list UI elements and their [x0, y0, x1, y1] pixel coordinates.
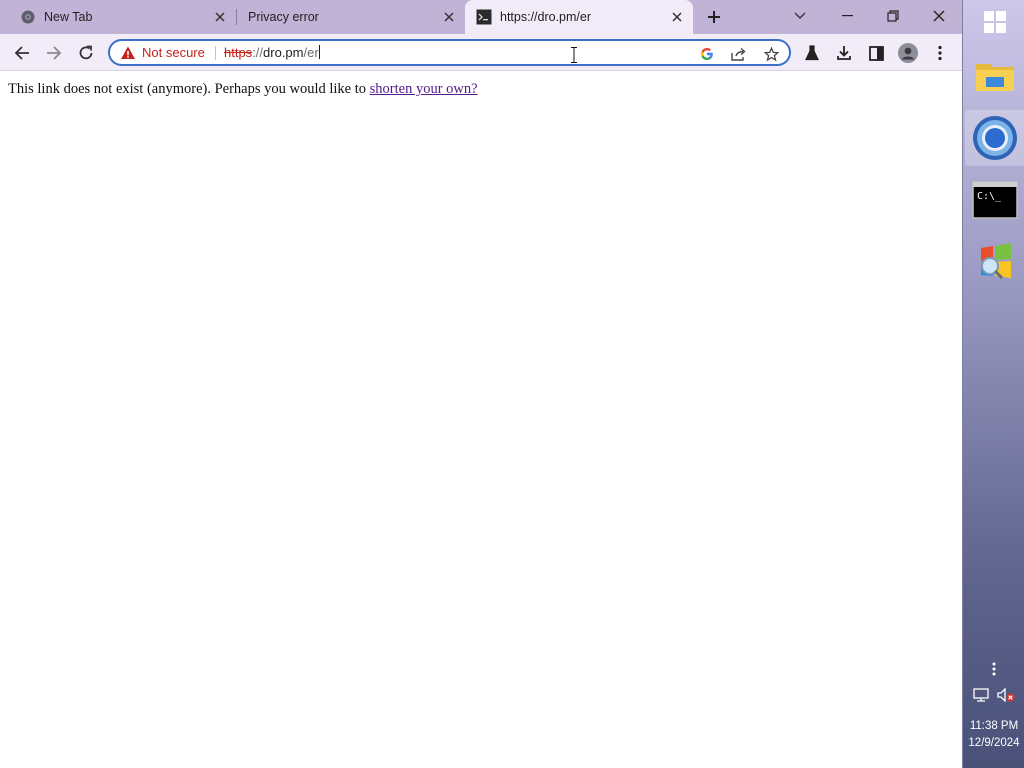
restore-icon	[887, 10, 899, 22]
downloads-button[interactable]	[831, 40, 857, 66]
warning-triangle-icon[interactable]	[120, 45, 136, 61]
tab-label: Privacy error	[248, 10, 319, 24]
close-tab-icon[interactable]	[667, 7, 687, 27]
volume-muted-icon[interactable]	[997, 688, 1015, 702]
side-panel-button[interactable]	[863, 40, 889, 66]
share-icon[interactable]	[730, 45, 748, 63]
google-icon[interactable]	[698, 45, 716, 63]
shorten-link[interactable]: shorten your own?	[370, 81, 478, 97]
forward-arrow-icon	[47, 46, 62, 60]
clock-date: 12/9/2024	[968, 737, 1020, 749]
taskbar-clock[interactable]: 11:38 PM 12/9/2024	[963, 718, 1024, 752]
terminal-favicon-icon	[476, 9, 492, 25]
more-vertical-icon	[992, 662, 996, 676]
chevron-down-icon	[794, 12, 806, 19]
taskbar-file-explorer[interactable]	[965, 48, 1024, 104]
tray-overflow-button[interactable]	[963, 662, 1024, 676]
start-menu-icon	[984, 11, 1006, 33]
tab-privacy-error[interactable]: Privacy error	[236, 0, 465, 34]
chrome-icon	[20, 9, 36, 25]
taskbar-windows-update[interactable]	[965, 234, 1024, 290]
labs-flask-icon	[805, 45, 819, 61]
new-tab-button[interactable]	[703, 6, 725, 28]
tab-new-tab[interactable]: New Tab	[0, 0, 236, 34]
profile-button[interactable]	[895, 40, 921, 66]
text-caret	[318, 45, 320, 59]
restore-button[interactable]	[879, 3, 907, 29]
taskbar: C:\_ 11:38 PM 12/9/2024	[962, 0, 1024, 768]
message-text: This link does not exist (anymore). Perh…	[8, 81, 367, 97]
side-panel-icon	[868, 45, 884, 61]
reload-icon	[79, 45, 93, 60]
tab-label: https://dro.pm/er	[500, 10, 592, 24]
chrome-icon	[973, 116, 1017, 160]
file-explorer-icon	[976, 64, 1014, 91]
browser-window: New Tab Privacy error https://dro.pm/er	[0, 0, 962, 768]
url-text[interactable]: https://dro.pm/er	[224, 45, 320, 60]
profile-avatar-icon	[898, 43, 918, 63]
reload-button[interactable]	[73, 40, 99, 66]
page-content: This link does not exist (anymore). Perh…	[0, 72, 962, 768]
minimize-button[interactable]	[833, 3, 861, 29]
windows-update-icon	[981, 243, 1011, 280]
labs-button[interactable]	[799, 40, 825, 66]
back-arrow-icon	[14, 46, 29, 60]
system-tray-icons	[963, 688, 1024, 702]
tab-search-button[interactable]	[786, 3, 814, 29]
download-icon	[837, 46, 851, 60]
address-bar[interactable]: Not secure https://dro.pm/er	[108, 39, 791, 66]
close-tab-icon[interactable]	[439, 7, 459, 27]
text-cursor-icon	[571, 47, 577, 63]
svg-text:C:\_: C:\_	[977, 191, 1002, 202]
plus-icon	[708, 11, 720, 23]
security-status-label[interactable]: Not secure	[142, 45, 205, 60]
close-icon	[933, 10, 945, 22]
forward-button[interactable]	[41, 40, 67, 66]
back-button[interactable]	[9, 40, 35, 66]
taskbar-chrome[interactable]	[965, 110, 1024, 166]
more-menu-icon	[938, 45, 942, 61]
start-button[interactable]	[965, 0, 1024, 44]
bookmark-star-icon[interactable]	[762, 45, 780, 63]
not-found-message: This link does not exist (anymore). Perh…	[8, 81, 478, 98]
tab-label: New Tab	[44, 10, 93, 24]
minimize-icon	[841, 15, 853, 17]
url-scheme: https	[224, 45, 253, 60]
network-icon[interactable]	[973, 688, 989, 702]
url-host: dro.pm	[263, 45, 304, 60]
close-window-button[interactable]	[925, 3, 953, 29]
clock-time: 11:38 PM	[969, 720, 1019, 732]
close-tab-icon[interactable]	[210, 7, 230, 27]
url-path: /er	[303, 45, 319, 60]
more-menu-button[interactable]	[927, 40, 953, 66]
tab-strip: New Tab Privacy error https://dro.pm/er	[0, 0, 962, 34]
omnibox-divider	[215, 46, 216, 60]
tab-active-dro-pm[interactable]: https://dro.pm/er	[465, 0, 693, 34]
command-prompt-icon: C:\_	[972, 181, 1018, 219]
url-separator: ://	[252, 45, 264, 60]
taskbar-command-prompt[interactable]: C:\_	[965, 172, 1024, 228]
